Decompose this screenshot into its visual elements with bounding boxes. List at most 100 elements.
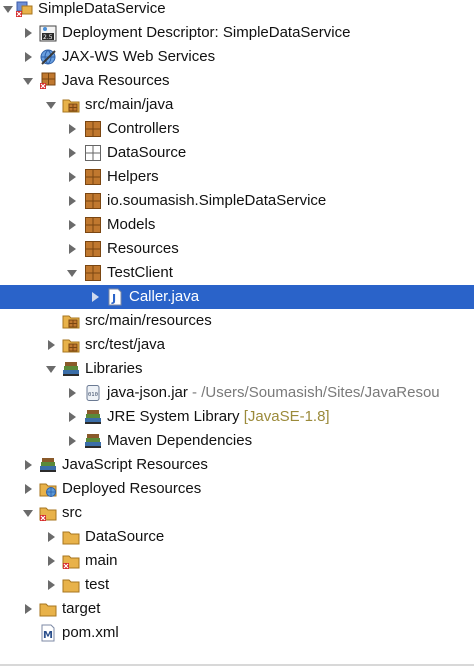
tree-item-label: Controllers — [107, 120, 180, 137]
tree-item-label: SimpleDataService — [38, 0, 166, 17]
folder-icon — [62, 528, 80, 546]
tree-item-label: TestClient — [107, 264, 173, 281]
svg-text:2.5: 2.5 — [43, 34, 53, 41]
package-icon — [84, 192, 102, 210]
library-icon — [84, 432, 102, 450]
tree-item-label: test — [85, 576, 110, 593]
tree-item-label: main — [85, 552, 118, 569]
chevron-right-icon[interactable] — [66, 147, 78, 159]
tree-item-label: Models — [107, 216, 156, 233]
tree-item-label: Java Resources — [62, 72, 170, 89]
error-folder-icon — [62, 552, 80, 570]
chevron-right-icon[interactable] — [66, 411, 78, 423]
chevron-right-icon[interactable] — [66, 195, 78, 207]
chevron-right-icon[interactable] — [22, 51, 34, 63]
java-file-icon: J — [106, 288, 124, 306]
source-folder-icon — [62, 336, 80, 354]
tree-item-src[interactable]: src — [0, 501, 474, 525]
tree-item-controllers[interactable]: Controllers — [0, 117, 474, 141]
source-folder-icon — [62, 96, 80, 114]
tree-item-label-group: java-json.jar - /Users/Soumasish/Sites/J… — [107, 384, 440, 402]
chevron-right-icon[interactable] — [45, 531, 57, 543]
tree-item-deployment-descriptor[interactable]: 2.5 Deployment Descriptor: SimpleDataSer… — [0, 21, 474, 45]
tree-item-label: Helpers — [107, 168, 159, 185]
chevron-right-icon[interactable] — [66, 171, 78, 183]
chevron-right-icon[interactable] — [22, 483, 34, 495]
package-icon — [84, 264, 102, 282]
chevron-right-icon[interactable] — [66, 435, 78, 447]
tree-item-datasource-package[interactable]: DataSource — [0, 141, 474, 165]
chevron-right-icon[interactable] — [66, 123, 78, 135]
tree-item-resources[interactable]: Resources — [0, 237, 474, 261]
tree-item-label: Deployment Descriptor: SimpleDataService — [62, 24, 351, 41]
tree-item-jax-ws[interactable]: JAX-WS Web Services — [0, 45, 474, 69]
tree-item-java-resources[interactable]: Java Resources — [0, 69, 474, 93]
chevron-right-icon[interactable] — [45, 579, 57, 591]
chevron-right-icon[interactable] — [66, 219, 78, 231]
library-icon — [62, 360, 80, 378]
tree-item-testclient[interactable]: TestClient — [0, 261, 474, 285]
tree-item-label: java-json.jar — [107, 384, 188, 401]
tree-item-maven-dependencies[interactable]: Maven Dependencies — [0, 429, 474, 453]
tree-item-src-test-java[interactable]: src/test/java — [0, 333, 474, 357]
tree-item-caller-java[interactable]: J Caller.java — [0, 285, 474, 309]
package-icon — [84, 240, 102, 258]
tree-item-jre-system-library[interactable]: JRE System Library [JavaSE-1.8] — [0, 405, 474, 429]
tree-item-datasource-folder[interactable]: DataSource — [0, 525, 474, 549]
chevron-down-icon[interactable] — [66, 267, 78, 279]
tree-item-main[interactable]: main — [0, 549, 474, 573]
tree-item-label: pom.xml — [62, 624, 119, 641]
chevron-down-icon[interactable] — [22, 75, 34, 87]
tree-item-simpledataservice[interactable]: SimpleDataService — [0, 0, 474, 21]
chevron-down-icon[interactable] — [2, 3, 14, 15]
svg-text:J: J — [111, 292, 116, 305]
project-icon — [15, 0, 33, 18]
tree-item-label: DataSource — [107, 144, 187, 161]
maven-pom-icon: M — [39, 624, 57, 642]
tree-item-io-soumasish[interactable]: io.soumasish.SimpleDataService — [0, 189, 474, 213]
chevron-down-icon[interactable] — [45, 363, 57, 375]
tree-item-label: src/main/java — [85, 96, 174, 113]
library-icon — [84, 408, 102, 426]
chevron-right-icon[interactable] — [22, 27, 34, 39]
chevron-down-icon[interactable] — [45, 99, 57, 111]
tree-item-models[interactable]: Models — [0, 213, 474, 237]
tree-item-src-main-resources[interactable]: src/main/resources — [0, 309, 474, 333]
tree-item-label: target — [62, 600, 101, 617]
folder-icon — [62, 576, 80, 594]
tree-item-helpers[interactable]: Helpers — [0, 165, 474, 189]
javascript-resources-icon — [39, 456, 57, 474]
empty-package-icon — [84, 144, 102, 162]
tree-item-java-json-jar[interactable]: 010 java-json.jar - /Users/Soumasish/Sit… — [0, 381, 474, 405]
tree-item-deployed-resources[interactable]: Deployed Resources — [0, 477, 474, 501]
tree-item-label: Libraries — [85, 360, 143, 377]
tree-item-libraries[interactable]: Libraries — [0, 357, 474, 381]
chevron-down-icon[interactable] — [22, 507, 34, 519]
tree-item-label: JAX-WS Web Services — [62, 48, 216, 65]
chevron-right-icon[interactable] — [89, 291, 101, 303]
tree-item-label: src/main/resources — [85, 312, 212, 329]
jre-version-decoration: [JavaSE-1.8] — [243, 408, 330, 425]
chevron-right-icon[interactable] — [45, 555, 57, 567]
tree-item-label-group: JRE System Library [JavaSE-1.8] — [107, 408, 330, 426]
tree-item-label: io.soumasish.SimpleDataService — [107, 192, 327, 209]
chevron-right-icon[interactable] — [22, 603, 34, 615]
chevron-right-icon[interactable] — [66, 387, 78, 399]
tree-item-label: DataSource — [85, 528, 165, 545]
web-services-icon — [39, 48, 57, 66]
tree-item-test[interactable]: test — [0, 573, 474, 597]
tree-item-label: JavaScript Resources — [62, 456, 208, 473]
tree-item-pom-xml[interactable]: M pom.xml — [0, 621, 474, 645]
chevron-right-icon[interactable] — [22, 459, 34, 471]
error-folder-icon — [39, 504, 57, 522]
svg-text:M: M — [43, 630, 53, 641]
chevron-right-icon[interactable] — [45, 339, 57, 351]
tree-item-target[interactable]: target — [0, 597, 474, 621]
tree-item-javascript-resources[interactable]: JavaScript Resources — [0, 453, 474, 477]
chevron-right-icon[interactable] — [66, 243, 78, 255]
tree-item-label: Deployed Resources — [62, 480, 202, 497]
java-resources-icon — [39, 72, 57, 90]
tree-item-src-main-java[interactable]: src/main/java — [0, 93, 474, 117]
deployed-resources-icon — [39, 480, 57, 498]
svg-text:010: 010 — [88, 392, 98, 398]
